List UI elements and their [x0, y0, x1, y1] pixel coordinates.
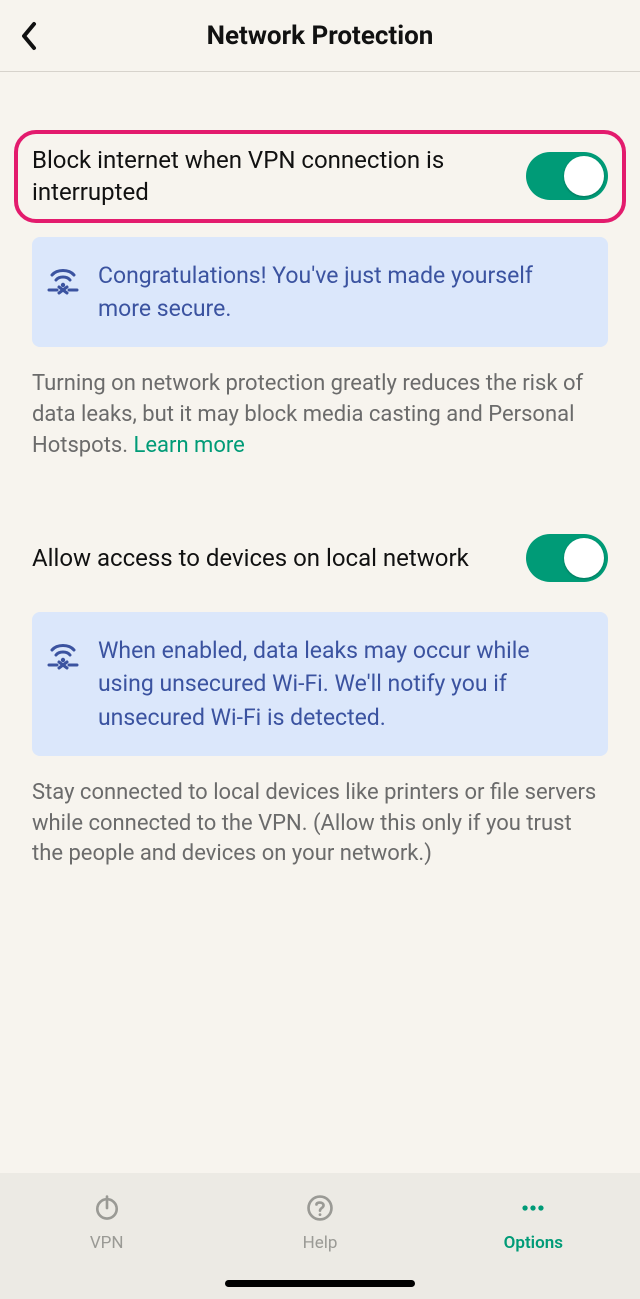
setting-block-internet-row: Block internet when VPN connection is in…: [14, 130, 626, 223]
help-icon: [303, 1191, 337, 1225]
block-internet-banner-text: Congratulations! You've just made yourse…: [98, 259, 588, 326]
more-icon: [516, 1191, 550, 1225]
setting-block-internet-toggle[interactable]: [526, 152, 608, 200]
tab-vpn[interactable]: VPN: [1, 1191, 212, 1253]
power-icon: [90, 1191, 124, 1225]
tab-vpn-label: VPN: [90, 1233, 124, 1253]
toggle-knob: [564, 538, 604, 578]
wifi-blocked-icon: [46, 259, 80, 299]
setting-block-internet-label: Block internet when VPN connection is in…: [32, 144, 506, 209]
wifi-blocked-icon: [46, 634, 80, 674]
tab-options[interactable]: Options: [428, 1191, 639, 1253]
tab-options-label: Options: [504, 1233, 563, 1253]
back-button[interactable]: [10, 0, 48, 71]
local-network-description: Stay connected to local devices like pri…: [32, 778, 608, 870]
home-indicator[interactable]: [225, 1280, 415, 1287]
block-internet-banner: Congratulations! You've just made yourse…: [32, 237, 608, 348]
block-internet-description: Turning on network protection greatly re…: [32, 369, 608, 461]
setting-local-network-row: Allow access to devices on local network: [32, 534, 608, 582]
local-network-banner-text: When enabled, data leaks may occur while…: [98, 634, 588, 734]
block-internet-desc-text: Turning on network protection greatly re…: [32, 371, 583, 458]
tab-bar: VPN Help Options: [0, 1173, 640, 1299]
header-bar: Network Protection: [0, 0, 640, 72]
tab-help[interactable]: Help: [214, 1191, 425, 1253]
setting-local-network-label: Allow access to devices on local network: [32, 542, 506, 574]
learn-more-link[interactable]: Learn more: [134, 433, 245, 458]
tab-help-label: Help: [303, 1233, 338, 1253]
chevron-left-icon: [20, 21, 38, 51]
page-title: Network Protection: [207, 21, 434, 51]
setting-local-network-toggle[interactable]: [526, 534, 608, 582]
toggle-knob: [564, 156, 604, 196]
local-network-banner: When enabled, data leaks may occur while…: [32, 612, 608, 756]
